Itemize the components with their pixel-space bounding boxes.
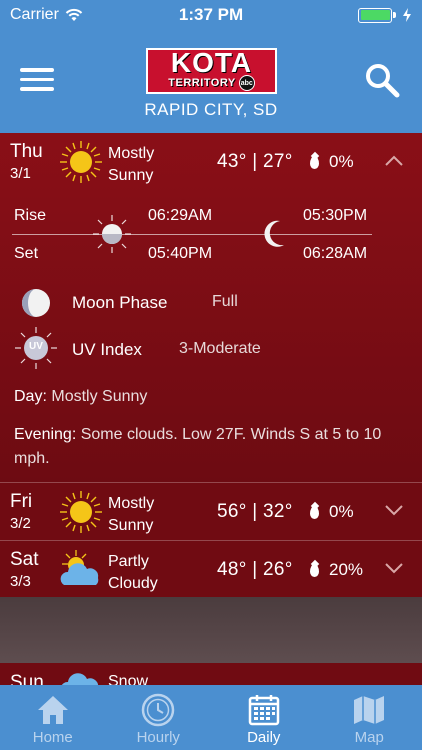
status-time: 1:37 PM — [178, 5, 244, 24]
condition-line-1: Mostly — [108, 145, 155, 162]
uv-icon: UV — [14, 326, 58, 370]
moon-phase-value: Full — [212, 293, 238, 310]
rise-label: Rise — [14, 207, 47, 224]
day-date: 3/2 — [10, 515, 31, 532]
wifi-icon — [65, 8, 83, 21]
precip-value: 0% — [329, 152, 354, 171]
day-date: 3/3 — [10, 573, 31, 590]
day-desc-label: Day: — [14, 388, 47, 405]
raindrop-icon — [310, 505, 319, 519]
snow-cloud-icon — [61, 673, 98, 685]
moon-crescent-icon — [264, 220, 284, 247]
sunset-time: 05:40PM — [148, 245, 213, 262]
abc-badge: abc — [238, 75, 255, 91]
day-row-fri[interactable]: Fri 3/2 Mostly Sunny 56° | 32° 0% — [0, 482, 422, 540]
day-date: 3/1 — [10, 165, 31, 182]
raindrop-icon — [310, 563, 319, 577]
menu-icon-bar — [20, 87, 54, 91]
day-name: Sun — [10, 672, 44, 685]
day-name: Sat — [10, 549, 39, 570]
moonrise-time: 05:30PM — [303, 207, 368, 224]
chevron-down-icon[interactable] — [384, 561, 404, 575]
sun-horizon-line — [12, 234, 372, 235]
tab-bar: Home Hourly Daily Map — [0, 685, 422, 750]
map-icon — [354, 696, 385, 724]
day-description: Day: Mostly Sunny — [14, 385, 414, 409]
precip-value: 20% — [329, 560, 364, 579]
search-icon[interactable] — [364, 62, 400, 98]
moon-phase-icon — [22, 289, 50, 317]
condition-line-2: Cloudy — [108, 575, 158, 592]
precip-value: 0% — [329, 502, 354, 521]
day-temps: 48° | 26° — [217, 559, 293, 580]
day-condition: Mostly Sunny — [108, 493, 208, 537]
day-precip: 20% — [310, 560, 363, 580]
tab-daily[interactable]: Daily — [211, 685, 317, 750]
logo-sub-text: TERRITORY — [168, 77, 236, 89]
charging-icon — [403, 8, 411, 22]
logo-main-text: KOTA — [170, 47, 253, 78]
menu-button[interactable] — [20, 68, 54, 94]
tab-label: Hourly — [136, 729, 180, 746]
uv-index-value: 3-Moderate — [179, 340, 261, 357]
evening-description: Evening: Some clouds. Low 27F. Winds S a… — [14, 423, 414, 471]
app-header: KOTA TERRITORY abc RAPID CITY, SD — [0, 30, 422, 133]
status-left: Carrier — [10, 6, 150, 24]
tab-hourly[interactable]: Hourly — [106, 685, 212, 750]
day-condition: Partly Cloudy — [108, 551, 208, 595]
clock-icon — [142, 693, 175, 727]
day-row-thu[interactable]: Thu 3/1 Mostly Sunny 43° | 27° 0% — [0, 133, 422, 191]
chevron-up-icon[interactable] — [384, 153, 404, 167]
sunrise-time: 06:29AM — [148, 207, 213, 224]
day-desc-text: Mostly Sunny — [51, 388, 148, 405]
battery-icon — [358, 7, 396, 23]
day-card-expanded: Thu 3/1 Mostly Sunny 43° | 27° 0% Rise S… — [0, 133, 422, 482]
location-label[interactable]: RAPID CITY, SD — [0, 100, 422, 120]
condition-line-2: Sunny — [108, 517, 154, 534]
list-spacer — [0, 597, 422, 663]
day-name: Fri — [10, 491, 33, 512]
day-precip: 0% — [310, 152, 354, 172]
tab-home[interactable]: Home — [0, 685, 106, 750]
sun-icon — [60, 141, 102, 183]
partly-cloudy-icon — [60, 550, 99, 585]
logo-sub-row: TERRITORY abc — [168, 75, 255, 91]
moonset-time: 06:28AM — [303, 245, 368, 262]
home-icon — [37, 696, 68, 724]
uv-index-label: UV Index — [72, 340, 142, 359]
tab-label: Home — [32, 729, 73, 746]
day-temps: 56° | 32° — [217, 501, 293, 522]
day-precip: 0% — [310, 502, 354, 522]
day-name: Thu — [10, 141, 43, 162]
moon-phase-label: Moon Phase — [72, 293, 168, 312]
tab-label: Daily — [247, 729, 281, 746]
status-right — [272, 7, 412, 23]
evening-desc-label: Evening: — [14, 426, 77, 443]
day-row-sat[interactable]: Sat 3/3 Partly Cloudy 48° | 26° 20% — [0, 540, 422, 598]
condition-line-2: Sunny — [108, 167, 154, 184]
day-temps: 43° | 27° — [217, 151, 293, 172]
kota-logo: KOTA TERRITORY abc — [146, 48, 277, 94]
raindrop-icon — [310, 155, 319, 169]
sun-icon — [60, 491, 102, 533]
calendar-icon — [248, 695, 279, 726]
status-bar: Carrier 1:37 PM — [0, 0, 422, 30]
tab-map[interactable]: Map — [317, 685, 422, 750]
uv-badge-text: UV — [29, 341, 43, 352]
set-label: Set — [14, 245, 39, 262]
carrier-label: Carrier — [10, 6, 59, 23]
chevron-down-icon[interactable] — [384, 503, 404, 517]
menu-icon-bar — [20, 68, 54, 72]
tab-label: Map — [354, 729, 384, 746]
condition-line-1: Snow — [108, 673, 149, 685]
day-row-sun[interactable]: Sun Snow — [0, 663, 422, 685]
sun-horizon-icon — [93, 215, 131, 253]
day-condition: Mostly Sunny — [108, 143, 208, 187]
condition-line-1: Partly — [108, 553, 149, 570]
condition-line-1: Mostly — [108, 495, 155, 512]
menu-icon-bar — [20, 77, 54, 81]
